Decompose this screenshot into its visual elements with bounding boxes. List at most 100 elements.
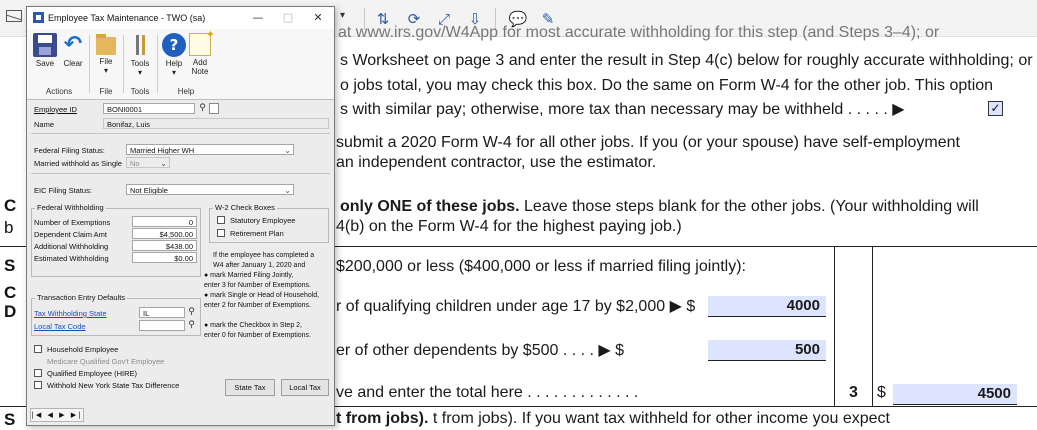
additional-withholding-field[interactable]: $438.00 (132, 240, 197, 251)
tax-withholding-state-link[interactable]: Tax Withholding State (34, 309, 107, 318)
withhold-ny-checkbox[interactable] (34, 381, 42, 389)
close-button[interactable]: ✕ (309, 10, 327, 26)
pdf-text-line: er of other dependents by $500 . . . . ▶… (336, 342, 625, 359)
step2-checkbox[interactable]: ✓ (988, 101, 1003, 116)
eic-filing-status-select[interactable]: Not Eligible ⌄ (126, 184, 294, 195)
section-divider (31, 173, 330, 174)
form-content: Employee ID BONI0001 ⚲ Name Bonifaz, Lui… (27, 100, 334, 407)
household-employee-checkbox[interactable] (34, 345, 42, 353)
exemption-note-line: W4 after January 1, 2020 and (213, 262, 306, 269)
tools-menu-button[interactable]: Tools ▾ (125, 33, 155, 77)
ribbon-group-file: File (99, 87, 113, 96)
pdf-text-line: s with similar pay; otherwise, more tax … (340, 101, 905, 118)
qualified-employee-hire-label: Qualified Employee (HIRE) (47, 369, 138, 378)
lookup-icon[interactable]: ⚲ (186, 307, 197, 318)
employee-tax-maintenance-window: Employee Tax Maintenance - TWO (sa) — □ … (26, 6, 335, 426)
pdf-text-line: $200,000 or less ($400,000 or less if ma… (336, 258, 746, 275)
email-icon[interactable] (6, 10, 22, 22)
dependents-amount-field[interactable]: 500 (708, 340, 826, 361)
note-label: Note (191, 67, 209, 76)
exemption-note-line: enter 3 for Number of Exemptions. (204, 282, 311, 289)
pdf-text-line: 4(b) on the Form W-4 for the highest pay… (336, 218, 682, 235)
pdf-text-line: s Worksheet on page 3 and enter the resu… (340, 52, 1033, 69)
ribbon-group-actions: Actions (45, 87, 73, 96)
line-number: 3 (849, 384, 858, 401)
pdf-text-line: t from jobs). t from jobs). If you want … (336, 410, 890, 428)
ribbon-divider (123, 35, 124, 93)
federal-withholding-title: Federal Withholding (35, 203, 106, 212)
married-withhold-single-select[interactable]: No ⌄ (126, 157, 170, 168)
save-button[interactable]: Save (30, 33, 60, 68)
estimated-withholding-label: Estimated Withholding (34, 254, 109, 263)
exemption-note-line: ● mark Married Filing Jointly, (204, 272, 294, 279)
exemption-note-line: enter 2 for Number of Exemptions. (204, 302, 311, 309)
clear-button[interactable]: ↶ Clear (58, 32, 88, 69)
window-title: Employee Tax Maintenance - TWO (sa) (48, 13, 206, 23)
local-tax-button[interactable]: Local Tax (281, 379, 329, 396)
children-amount-field[interactable]: 4000 (708, 296, 826, 317)
pdf-text-line: at www.irs.gov/W4App for most accurate w… (338, 24, 940, 41)
local-tax-code-link[interactable]: Local Tax Code (34, 322, 86, 331)
exemption-note-line: ● mark Single or Head of Household, (204, 292, 320, 299)
federal-filing-status-select[interactable]: Married Higher WH ⌄ (126, 144, 294, 155)
exemption-note-line: ● mark the Checkbox in Step 2, (204, 322, 302, 329)
lookup-icon[interactable]: ⚲ (197, 103, 208, 114)
exemption-note-line: If the employee has completed a (213, 252, 315, 259)
retirement-plan-checkbox[interactable] (217, 229, 225, 237)
chevron-down-icon: ▾ (103, 66, 108, 75)
lookup-icon[interactable]: ⚲ (186, 320, 197, 331)
state-tax-button[interactable]: State Tax (225, 379, 275, 396)
ribbon-group-help: Help (177, 87, 195, 96)
pdf-text-segment: Leave those steps blank for the other jo… (524, 198, 979, 215)
maximize-button[interactable]: □ (279, 10, 297, 26)
add-note-button[interactable]: Add Note (185, 28, 215, 76)
step-letter: S (4, 256, 16, 275)
column-divider (872, 247, 873, 407)
column-divider (834, 247, 835, 407)
file-menu-button[interactable]: File ▾ (91, 33, 121, 75)
chevron-down-icon[interactable]: ⌄ (284, 145, 291, 154)
household-employee-label: Household Employee (47, 345, 119, 354)
save-label: Save (35, 59, 55, 68)
pdf-bold-phrase: only ONE of these jobs. (340, 198, 520, 215)
folder-icon (96, 34, 116, 55)
undo-icon: ↶ (63, 32, 83, 57)
tax-withholding-state-field[interactable]: IL (139, 307, 185, 318)
eic-filing-status-value: Not Eligible (130, 186, 168, 195)
minimize-button[interactable]: — (249, 10, 267, 26)
local-tax-code-field[interactable] (139, 320, 185, 331)
qualified-employee-hire-checkbox[interactable] (34, 369, 42, 377)
window-titlebar[interactable]: Employee Tax Maintenance - TWO (sa) — □ … (27, 7, 334, 29)
record-navigation[interactable]: |◀ ◀ ▶ ▶| (30, 408, 84, 422)
step-letter: C (4, 283, 17, 302)
estimated-withholding-field[interactable]: $0.00 (132, 252, 197, 263)
exemptions-label: Number of Exemptions (34, 218, 111, 227)
married-withhold-single-label: Married withhold as Single (34, 159, 122, 168)
add-label: Add (192, 58, 208, 67)
employee-id-label: Employee ID (34, 105, 77, 114)
app-icon (33, 12, 44, 23)
dependent-claim-field[interactable]: $4,500.00 (132, 228, 197, 239)
exemptions-field[interactable]: 0 (132, 216, 197, 227)
chevron-down-icon: ▾ (137, 68, 142, 77)
exemption-note-line: enter 0 for Number of Exemptions. (204, 332, 311, 339)
ribbon-divider (157, 35, 158, 93)
page-icon[interactable] (209, 103, 219, 114)
pdf-text-line: submit a 2020 Form W-4 for all other job… (336, 134, 960, 151)
pdf-text-segment: t from jobs). If you want tax withheld f… (432, 410, 890, 427)
pdf-bold-phrase: t from jobs). (336, 410, 429, 427)
ribbon: Save ↶ Clear Actions File ▾ File Tools ▾… (27, 28, 334, 100)
withhold-ny-label: Withhold New York State Tax Difference (47, 381, 180, 390)
federal-filing-status-label: Federal Filing Status: (34, 146, 105, 155)
statutory-employee-label: Statutory Employee (230, 216, 296, 225)
transaction-defaults-title: Transaction Entry Defaults (35, 293, 128, 302)
statutory-employee-checkbox[interactable] (217, 216, 225, 224)
section-divider (31, 133, 330, 134)
total-amount-field[interactable]: 4500 (893, 384, 1017, 405)
step-letter: b (4, 218, 14, 237)
employee-id-field[interactable]: BONI0001 (103, 103, 195, 114)
help-icon: ? (162, 33, 186, 57)
medicare-qualified-label: Medicare Qualified Gov't Employee (47, 357, 165, 366)
chevron-down-icon[interactable]: ⌄ (284, 185, 291, 194)
dependent-claim-label: Dependent Claim Amt (34, 230, 107, 239)
